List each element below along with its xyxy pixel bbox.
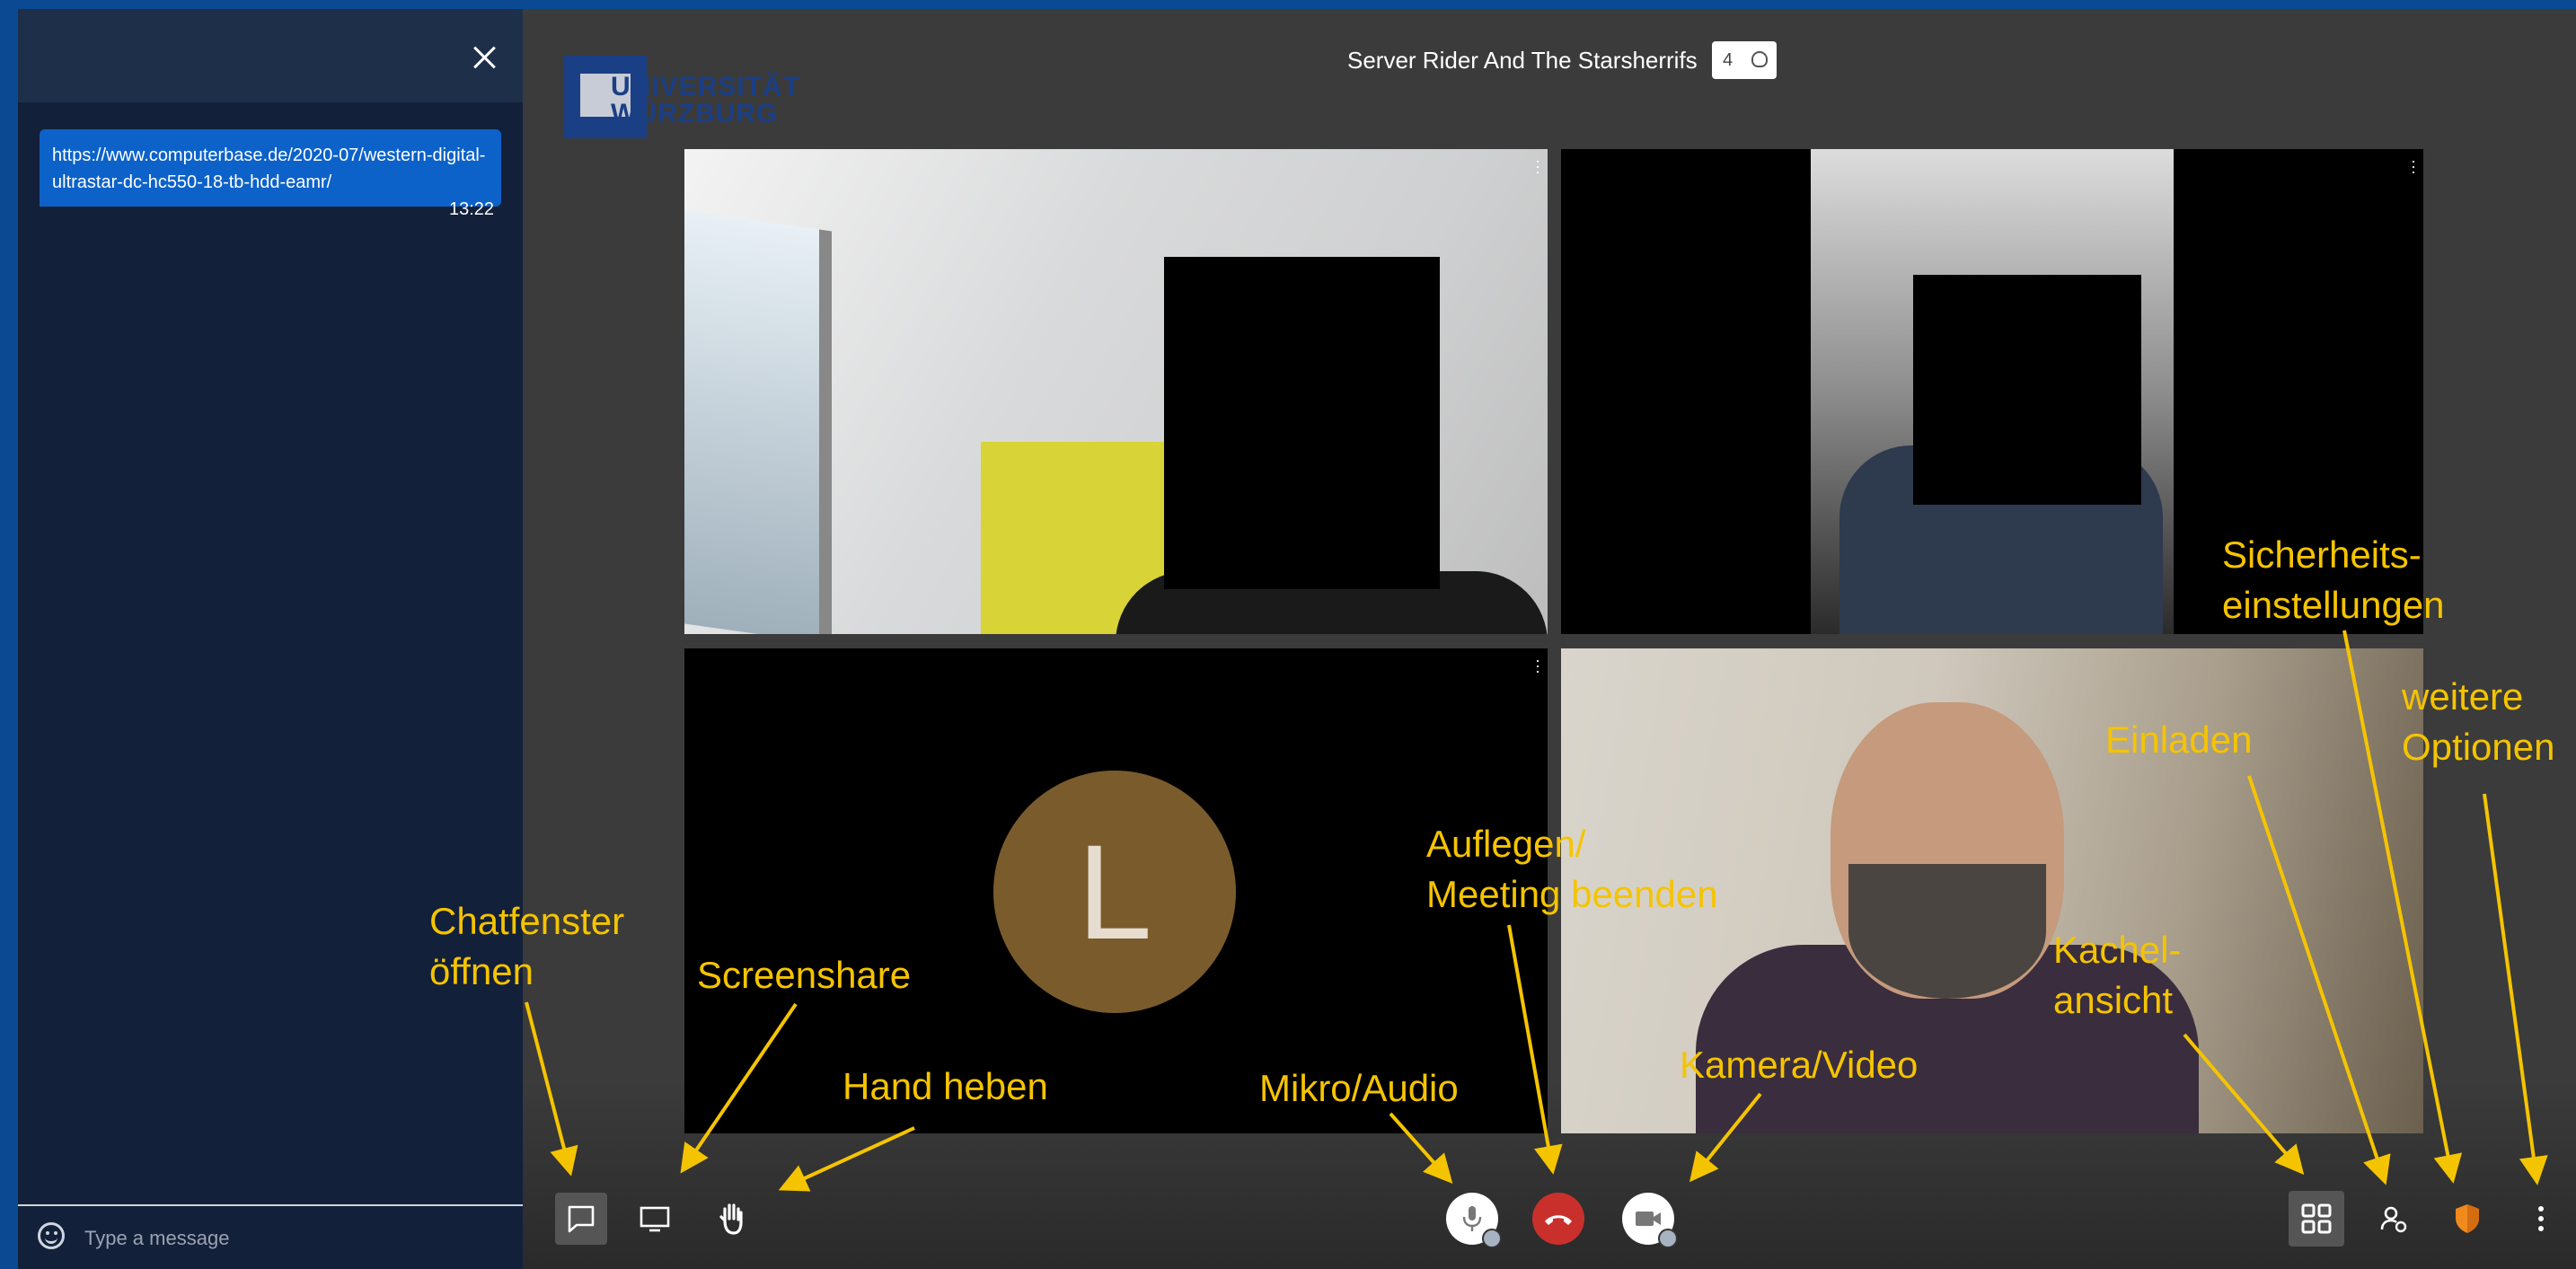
- annotation-arrows: [525, 630, 2548, 1192]
